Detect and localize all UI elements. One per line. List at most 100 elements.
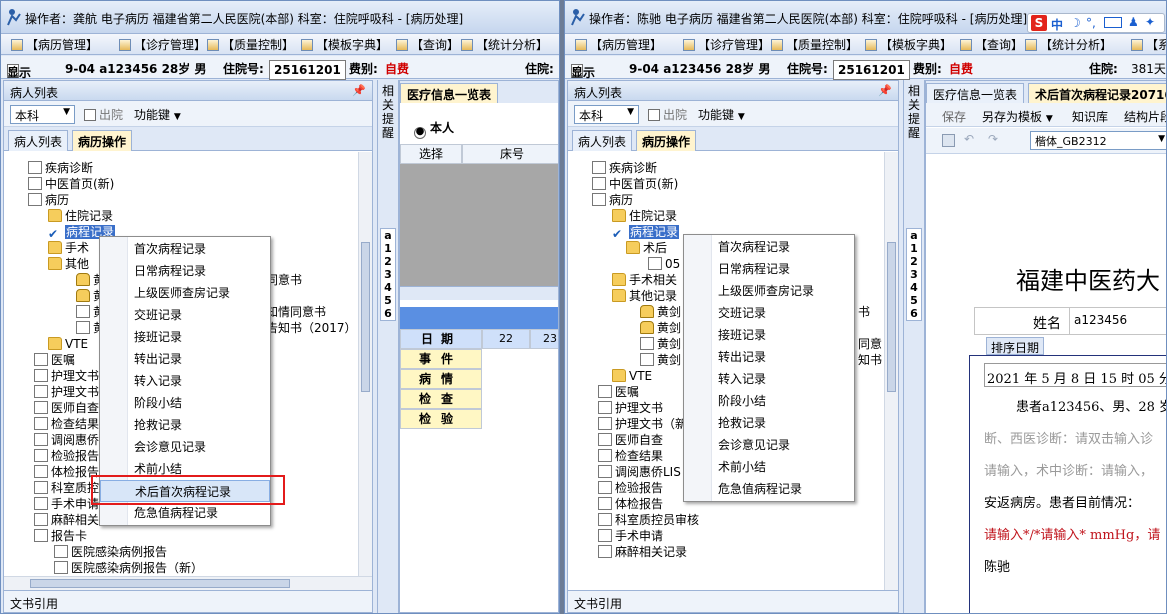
menu-query[interactable]: 【查询】	[960, 36, 1023, 53]
tree-item[interactable]: 黄剑	[640, 304, 681, 320]
menu-record-management[interactable]: 【病历管理】	[11, 36, 98, 53]
grid-scrollbar[interactable]	[400, 286, 558, 300]
menu-item-transfer-in[interactable]: 转入记录	[100, 370, 270, 392]
undo-icon[interactable]: ↶	[964, 132, 974, 146]
self-radio[interactable]: ● 本人	[414, 119, 454, 139]
pin-icon[interactable]: 📌	[352, 84, 366, 97]
menu-item-rescue[interactable]: 抢救记录	[684, 412, 854, 434]
keyboard-icon[interactable]	[1104, 17, 1122, 28]
menu-item-first-progress[interactable]: 首次病程记录	[100, 238, 270, 260]
save-button[interactable]: 保存	[942, 108, 966, 125]
related-reminder-label[interactable]: 相关提醒	[381, 84, 395, 140]
tree-item[interactable]: 其他	[48, 256, 89, 272]
tree-item[interactable]: 医嘱	[34, 352, 75, 368]
tree-item[interactable]: 手术相关	[612, 272, 677, 288]
tree-item[interactable]: 医师自查	[34, 400, 99, 416]
tree-item[interactable]: 检查结果	[34, 416, 99, 432]
tree-item[interactable]: 病历	[28, 192, 69, 208]
tree-item[interactable]: 黄剑	[640, 336, 681, 352]
scroll-thumb[interactable]	[887, 242, 896, 392]
menu-statistics[interactable]: 【统计分析】	[461, 36, 548, 53]
tree-item[interactable]: VTE	[48, 336, 88, 352]
tree-item[interactable]: 病历	[592, 192, 633, 208]
menu-item-preop-summary[interactable]: 术前小结	[684, 456, 854, 478]
name-value[interactable]: a123456	[1069, 308, 1166, 334]
menu-item-daily-progress[interactable]: 日常病程记录	[684, 258, 854, 280]
menu-item-handover[interactable]: 交班记录	[684, 302, 854, 324]
record-line-3[interactable]: 请输入，术中诊断：请输入，	[984, 460, 1153, 479]
menu-item-senior-rounds[interactable]: 上级医师查房记录	[100, 282, 270, 304]
tree-item[interactable]: 医嘱	[598, 384, 639, 400]
function-keys-dropdown[interactable]: 功能键 ▼	[134, 106, 181, 123]
tree-item[interactable]: 医院感染病例报告（新）	[54, 560, 203, 576]
menu-quality[interactable]: 【质量控制】	[771, 36, 858, 53]
tree-item-progress-record[interactable]: ✔ 病程记录	[612, 224, 680, 241]
tab-patient-list[interactable]: 病人列表	[572, 130, 633, 151]
menu-item-takeover[interactable]: 接班记录	[100, 326, 270, 348]
tree-vertical-scrollbar[interactable]	[884, 152, 898, 590]
menu-query[interactable]: 【查询】	[396, 36, 459, 53]
ime-toolbar[interactable]: S 中 ☽ °, ♟ ✦	[1027, 13, 1165, 33]
tree-item[interactable]: 检验报告	[34, 448, 99, 464]
menu-item-daily-progress[interactable]: 日常病程记录	[100, 260, 270, 282]
menu-system[interactable]: 【系统	[1131, 36, 1166, 53]
tab-postop-first-progress[interactable]: 术后首次病程记录207164	[1028, 83, 1166, 103]
tree-item[interactable]: 麻醉相关记录	[598, 544, 687, 560]
menu-record-management[interactable]: 【病历管理】	[575, 36, 662, 53]
menu-item-stage-summary[interactable]: 阶段小结	[100, 392, 270, 414]
scroll-thumb[interactable]	[30, 579, 290, 588]
tab-patient-list[interactable]: 病人列表	[8, 130, 69, 151]
tree-item[interactable]: VTE	[612, 368, 652, 384]
menu-quality[interactable]: 【质量控制】	[207, 36, 294, 53]
tree-item[interactable]: 护理文书	[34, 368, 99, 384]
tab-record-operation[interactable]: 病历操作	[636, 130, 697, 151]
menu-item-rescue[interactable]: 抢救记录	[100, 414, 270, 436]
department-select[interactable]: 本科 ▼	[574, 105, 639, 124]
tree-item[interactable]: 麻醉相关	[34, 512, 99, 528]
tree-item[interactable]: 科室质控员审核	[598, 512, 699, 528]
tools-icon[interactable]: ✦	[1145, 15, 1155, 29]
structure-fragment-button[interactable]: 结构片段	[1124, 108, 1166, 125]
redo-icon[interactable]: ↷	[988, 132, 998, 146]
pin-icon[interactable]: 📌	[878, 84, 892, 97]
menu-item-transfer-in[interactable]: 转入记录	[684, 368, 854, 390]
tree-item[interactable]: 医师自查	[598, 432, 663, 448]
tree-item[interactable]: 体检报告	[598, 496, 663, 512]
related-reminder-label[interactable]: 相关提醒	[907, 84, 921, 140]
tree-item[interactable]: 调阅惠侨LIS	[598, 464, 681, 480]
sogou-ime-icon[interactable]: S	[1031, 15, 1047, 31]
document-reference-footer[interactable]: 文书引用	[4, 590, 372, 612]
menu-diagnosis[interactable]: 【诊疗管理】	[119, 36, 206, 53]
menu-item-handover[interactable]: 交班记录	[100, 304, 270, 326]
tree-item[interactable]: 护理文书	[34, 384, 99, 400]
tree-item[interactable]: 中医首页(新)	[28, 176, 114, 192]
function-keys-dropdown[interactable]: 功能键 ▼	[698, 106, 745, 123]
tree-item[interactable]: 住院记录	[48, 208, 113, 224]
tree-item[interactable]: 手术	[48, 240, 89, 256]
menu-item-stage-summary[interactable]: 阶段小结	[684, 390, 854, 412]
menu-diagnosis[interactable]: 【诊疗管理】	[683, 36, 770, 53]
tree-item[interactable]: 05	[648, 256, 680, 272]
tab-medical-info-overview[interactable]: 医疗信息一览表	[400, 83, 499, 103]
save-as-template-button[interactable]: 另存为模板 ▼	[982, 108, 1053, 125]
tree-item[interactable]: 护理文书	[598, 400, 663, 416]
user-icon[interactable]: ♟	[1128, 15, 1139, 29]
record-line-5[interactable]: 请输入*/*请输入* mmHg，请	[984, 524, 1160, 543]
tree-item[interactable]: 疾病诊断	[592, 160, 657, 176]
tree-item[interactable]: 医院感染病例报告	[54, 544, 167, 560]
floppy-icon[interactable]	[942, 134, 955, 147]
tree-vertical-scrollbar[interactable]	[358, 152, 372, 590]
menu-statistics[interactable]: 【统计分析】	[1025, 36, 1112, 53]
font-select[interactable]: 楷体_GB2312 ▼	[1030, 131, 1166, 150]
sort-date-label[interactable]: 排序日期	[986, 337, 1045, 355]
ime-mode-label[interactable]: 中	[1051, 16, 1063, 33]
punctuation-icon[interactable]: °,	[1086, 16, 1096, 30]
menu-item-transfer-out[interactable]: 转出记录	[684, 346, 854, 368]
tree-item[interactable]: 疾病诊断	[28, 160, 93, 176]
tree-item[interactable]: 手术申请	[598, 528, 663, 544]
scroll-thumb[interactable]	[361, 242, 370, 392]
menu-item-consultation[interactable]: 会诊意见记录	[684, 434, 854, 456]
tree-horizontal-scrollbar[interactable]	[4, 576, 372, 590]
tree-item[interactable]: 中医首页(新)	[592, 176, 678, 192]
menu-item-critical-value[interactable]: 危急值病程记录	[684, 478, 854, 500]
